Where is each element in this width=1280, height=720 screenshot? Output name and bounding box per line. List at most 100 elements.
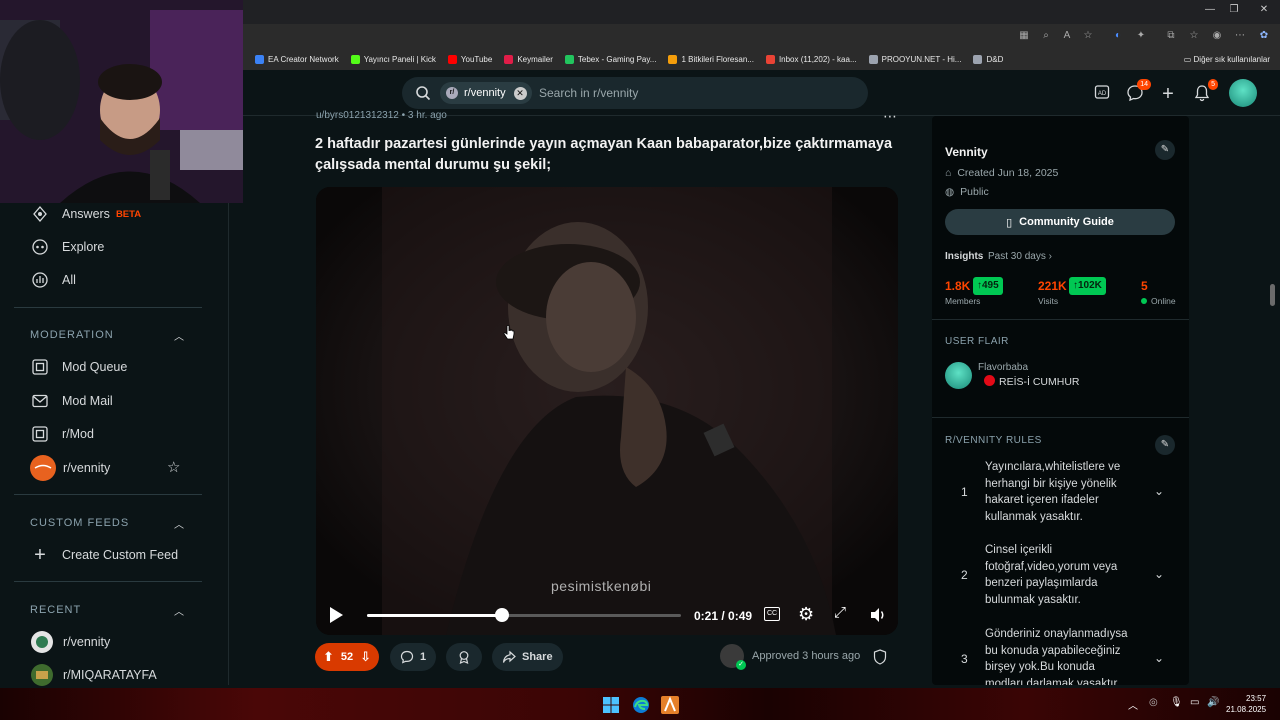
microphone-icon[interactable]: 🎙 (1170, 697, 1183, 708)
bookmark-item[interactable]: EA Creator Network (255, 54, 339, 64)
more-icon[interactable]: ⋯ (1232, 28, 1248, 44)
scrollbar-thumb[interactable] (1270, 284, 1275, 306)
chevron-up-icon[interactable]: ︿ (174, 516, 184, 531)
rule-text[interactable]: Gönderiniz onaylanmadıysa bu konuda yapa… (985, 626, 1135, 685)
clock-time: 23:57 (1246, 694, 1267, 703)
recent-item[interactable]: r/vennity (30, 630, 110, 654)
bookmark-item[interactable]: YouTube (447, 54, 492, 64)
recent-item-label: r/vennity (63, 635, 111, 649)
extensions-icon[interactable]: ✦ (1133, 28, 1149, 44)
advertise-icon[interactable]: AD (1092, 84, 1112, 104)
comments-button[interactable]: 1 (390, 643, 437, 671)
favorite-star-icon[interactable]: ☆ (1080, 28, 1096, 44)
speaker-icon[interactable]: 🔊 (1207, 697, 1219, 708)
tray-app-icon[interactable]: ◎ (1149, 697, 1158, 708)
chevron-up-icon[interactable]: ︿ (174, 603, 184, 618)
nav-all[interactable]: All (30, 270, 76, 290)
edit-pencil-icon[interactable]: ✎ (1155, 435, 1175, 455)
favorite-star-icon[interactable]: ☆ (167, 458, 180, 476)
windows-start-icon[interactable] (602, 696, 620, 714)
nav-mod-queue[interactable]: Mod Queue (30, 357, 127, 377)
recent-item[interactable]: r/MIQARATAYFA (30, 663, 157, 687)
post-author[interactable]: u/byrs0121312312 (316, 110, 399, 121)
subreddit-filter-chip[interactable]: r/ r/vennity ✕ (440, 82, 532, 104)
community-guide-button[interactable]: ▯ Community Guide (945, 209, 1175, 235)
video-player[interactable] (316, 187, 898, 635)
nav-r-vennity[interactable]: r/vennity (30, 455, 110, 481)
network-icon[interactable]: ▭ (1190, 697, 1199, 708)
bookmark-item[interactable]: PROOYUN.NET - Hi... (868, 54, 961, 64)
search-input[interactable] (539, 84, 839, 102)
restore-icon[interactable]: ❐ (1224, 4, 1244, 18)
user-avatar[interactable] (1229, 79, 1257, 107)
progress-track[interactable] (367, 614, 681, 617)
read-aloud-icon[interactable]: A (1059, 28, 1075, 44)
chevron-down-icon[interactable]: ⌄ (1154, 567, 1164, 581)
taskbar-clock[interactable]: 23:57 21.08.2025 (1226, 693, 1266, 715)
volume-icon[interactable] (869, 606, 887, 624)
downvote-icon[interactable]: ⇩ (360, 649, 371, 665)
rule-text[interactable]: Yayıncılara,whitelistlere ve herhangi bi… (985, 459, 1135, 525)
page-scrollbar[interactable] (1268, 116, 1280, 685)
progress-knob[interactable] (495, 608, 510, 622)
rule-text[interactable]: Cinsel içerikli fotoğraf,video,yorum vey… (985, 542, 1135, 608)
visits-label: Visits (1038, 296, 1059, 306)
mod-shield-icon[interactable] (873, 649, 887, 665)
favorites-icon[interactable]: ☆ (1186, 28, 1202, 44)
app-icon[interactable]: ▦ (1016, 28, 1032, 44)
create-post-icon[interactable]: + (1158, 84, 1178, 104)
copilot-icon[interactable]: ✿ (1256, 28, 1272, 44)
edit-pencil-icon[interactable]: ✎ (1155, 140, 1175, 160)
captions-icon[interactable]: CC (764, 607, 780, 621)
approval-status: ✓ Approved 3 hours ago (720, 644, 860, 670)
recent-header[interactable]: RECENT (30, 604, 81, 616)
fullscreen-icon[interactable]: ⤢ (834, 604, 846, 621)
bookmark-item[interactable]: Inbox (11,202) - kaa... (765, 54, 857, 64)
upvote-icon[interactable]: ⬆ (323, 649, 334, 665)
nav-mod-queue-label: Mod Queue (62, 360, 128, 374)
bookmark-item[interactable]: Yayıncı Paneli | Kick (350, 54, 436, 64)
notifications-icon[interactable]: 5 (1192, 79, 1218, 104)
clear-filter-icon[interactable]: ✕ (513, 86, 527, 100)
moderation-header[interactable]: MODERATION (30, 329, 114, 341)
bookmark-item[interactable]: D&D (973, 54, 1003, 64)
bookmark-item[interactable]: Keymailer (504, 54, 553, 64)
custom-feeds-header[interactable]: CUSTOM FEEDS (30, 517, 129, 529)
split-screen-icon[interactable]: ⧉ (1163, 28, 1179, 44)
chat-badge: 14 (1137, 79, 1151, 90)
rule-item-clip: 3 Gönderiniz onaylanmadıysa bu konuda ya… (932, 626, 1189, 685)
divider (932, 319, 1189, 320)
award-button[interactable] (446, 643, 482, 671)
other-bookmarks[interactable]: ▭ Diğer sık kullanılanlar (1184, 55, 1270, 64)
zoom-icon[interactable]: ⌕ (1038, 28, 1054, 44)
minimize-icon[interactable]: — (1200, 4, 1220, 18)
nav-create-custom-feed[interactable]: + Create Custom Feed (30, 544, 178, 566)
play-icon[interactable] (328, 606, 344, 624)
post-title[interactable]: 2 haftadır pazartesi günlerinde yayın aç… (315, 134, 900, 176)
nav-r-mod[interactable]: r/Mod (30, 424, 94, 444)
bookmark-item[interactable]: Tebex - Gaming Pay... (564, 54, 657, 64)
bookmark-label: Tebex - Gaming Pay... (577, 54, 657, 64)
flair-tag[interactable]: REİS-İ CUMHUR (984, 375, 1080, 388)
close-icon[interactable]: ✕ (1254, 4, 1274, 18)
tray-chevron-icon[interactable]: ︿ (1128, 697, 1138, 712)
nav-r-mod-label: r/Mod (62, 427, 94, 441)
shield-icon[interactable]: ◉ (1209, 28, 1225, 44)
svg-text:AD: AD (1098, 91, 1107, 97)
settings-gear-icon[interactable]: ⚙ (798, 604, 814, 625)
chat-icon[interactable]: 14 (1125, 79, 1151, 104)
extension-icon[interactable]: ◐ (1110, 28, 1126, 44)
nav-mod-mail[interactable]: Mod Mail (30, 391, 113, 411)
bookmark-item[interactable]: 1 Bitkileri Floresan... (668, 54, 754, 64)
app-taskbar-icon[interactable] (661, 696, 679, 714)
video-watermark: pesimistkenøbi (551, 578, 652, 594)
chevron-down-icon[interactable]: ⌄ (1154, 651, 1164, 665)
chevron-up-icon[interactable]: ︿ (174, 328, 184, 343)
chevron-down-icon[interactable]: ⌄ (1154, 484, 1164, 498)
share-button[interactable]: Share (492, 643, 563, 671)
edge-browser-icon[interactable] (632, 696, 650, 714)
more-options-icon[interactable]: ⋯ (883, 108, 897, 125)
nav-explore[interactable]: Explore (30, 237, 104, 257)
nav-answers[interactable]: Answers BETA (30, 204, 141, 224)
insights-period[interactable]: Past 30 days › (988, 251, 1052, 262)
